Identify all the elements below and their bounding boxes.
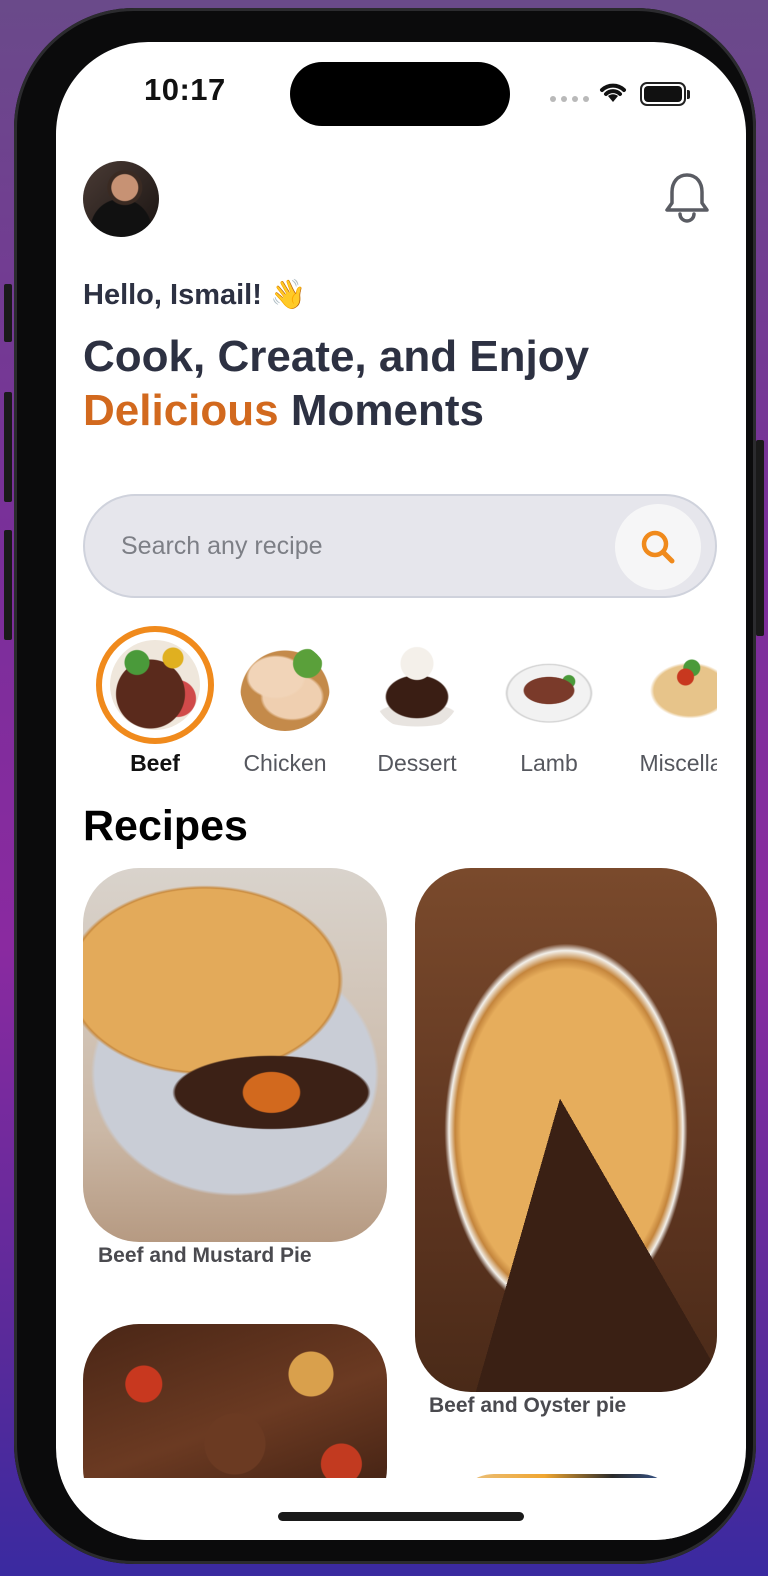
category-label: Lamb (520, 750, 578, 774)
headline-line1: Cook, Create, and Enjoy (83, 332, 590, 381)
search-icon (641, 530, 675, 564)
category-label: Beef (130, 750, 180, 774)
phone-frame: 10:17 Hello, Ismail! 👋 Cook, Create, and… (14, 8, 756, 1564)
volume-down-button (4, 530, 12, 640)
headline-accent: Delicious (83, 386, 279, 435)
category-label: Chicken (243, 750, 327, 774)
recipe-image-beef-oyster-pie[interactable] (415, 868, 717, 1392)
greeting-text: Hello, Ismail! 👋 (83, 279, 307, 311)
recipe-title[interactable]: Beef and Oyster pie (429, 1394, 626, 1418)
battery-icon (640, 82, 690, 106)
taco-image (636, 641, 717, 731)
chicken-image (240, 641, 330, 731)
user-avatar[interactable] (83, 161, 159, 237)
lamb-image (504, 641, 594, 731)
recipe-title[interactable]: Beef and Mustard Pie (98, 1244, 312, 1268)
cellular-signal-icon (550, 96, 589, 102)
category-dessert-image (365, 634, 469, 738)
category-label: Miscella (639, 750, 717, 774)
category-list[interactable]: Beef Chicken Dessert Lamb Miscella (83, 624, 717, 774)
home-indicator[interactable] (278, 1512, 524, 1521)
headline: Cook, Create, and Enjoy Delicious Moment… (83, 330, 703, 438)
dessert-image (372, 641, 462, 731)
silent-switch (4, 284, 12, 342)
category-miscellaneous[interactable]: Miscella (619, 624, 717, 774)
bell-icon[interactable] (662, 170, 712, 224)
power-button (756, 440, 764, 636)
category-misc-image (629, 634, 717, 738)
category-label: Dessert (377, 750, 457, 774)
category-beef[interactable]: Beef (93, 624, 217, 774)
category-dessert[interactable]: Dessert (355, 624, 479, 774)
headline-line2: Delicious Moments (83, 384, 703, 438)
category-beef-image (96, 626, 214, 744)
status-time: 10:17 (144, 72, 226, 107)
search-bar[interactable] (83, 494, 717, 598)
dynamic-island (290, 62, 510, 126)
volume-up-button (4, 392, 12, 502)
headline-rest: Moments (290, 386, 484, 435)
recipes-heading: Recipes (83, 802, 248, 850)
app-screen: 10:17 Hello, Ismail! 👋 Cook, Create, and… (56, 42, 746, 1540)
wifi-icon (600, 83, 626, 102)
bottom-safe-area (56, 1478, 746, 1540)
category-lamb[interactable]: Lamb (487, 624, 611, 774)
recipe-image-beef-mustard-pie[interactable] (83, 868, 387, 1242)
search-input[interactable] (121, 524, 601, 568)
search-button[interactable] (615, 504, 701, 590)
category-chicken[interactable]: Chicken (223, 624, 347, 774)
category-chicken-image (233, 634, 337, 738)
category-lamb-image (497, 634, 601, 738)
beef-image (110, 640, 200, 730)
